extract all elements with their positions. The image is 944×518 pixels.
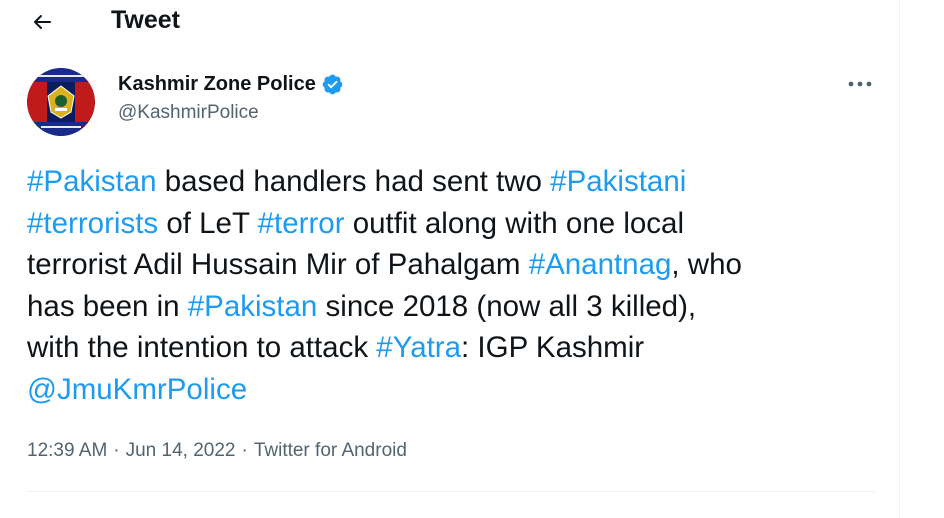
mention-link[interactable]: @JmuKmrPolice: [27, 373, 247, 406]
hashtag-link[interactable]: #Pakistan: [27, 165, 157, 198]
tweet-line: #Pakistan based handlers had sent two #P…: [27, 161, 887, 203]
tweet-date[interactable]: Jun 14, 2022: [126, 440, 236, 462]
tweet-line: #terrorists of LeT #terror outfit along …: [27, 203, 887, 245]
police-logo-icon: [27, 68, 95, 136]
tweet-line: with the intention to attack #Yatra: IGP…: [27, 327, 887, 369]
tweet-text-segment: has been in: [27, 289, 188, 323]
tweet-line: has been in #Pakistan since 2018 (now al…: [27, 286, 887, 328]
divider: [27, 491, 875, 492]
tweet-text-segment: based handlers had sent two: [156, 165, 551, 198]
tweet-text-segment: of LeT: [158, 206, 258, 240]
author-handle[interactable]: @KashmirPolice: [118, 102, 344, 124]
tweet-line: terrorist Adil Hussain Mir of Pahalgam #…: [27, 244, 887, 286]
tweet-time[interactable]: 12:39 AM: [27, 440, 107, 462]
more-options-button[interactable]: [840, 70, 880, 98]
hashtag-link[interactable]: #Anantnag: [529, 248, 672, 281]
tweet-text-segment: since 2018 (now all 3 killed),: [317, 289, 697, 323]
hashtag-link[interactable]: #Pakistan: [188, 290, 318, 323]
hashtag-link[interactable]: #terror: [258, 207, 345, 240]
hashtag-link[interactable]: #terrorists: [27, 207, 158, 240]
author-name[interactable]: Kashmir Zone Police: [118, 73, 316, 96]
tweet-detail-column: Tweet Kashmir Zone Police @KashmirPolice…: [0, 0, 900, 518]
tweet-source[interactable]: Twitter for Android: [254, 440, 407, 462]
verified-badge-icon: [321, 73, 344, 96]
tweet-meta: 12:39 AM · Jun 14, 2022 · Twitter for An…: [27, 440, 407, 462]
tweet-text-segment: , who: [671, 248, 742, 281]
tweet-line: @JmuKmrPolice: [27, 369, 887, 411]
tweet-text-segment: outfit along with one local: [344, 206, 684, 240]
arrow-left-icon: [34, 15, 51, 29]
tweet-text-segment: with the intention to attack: [27, 331, 377, 364]
more-horizontal-icon: [848, 81, 872, 87]
tweet-text-segment: : IGP Kashmir: [461, 331, 645, 364]
author-block: Kashmir Zone Police @KashmirPolice: [118, 72, 344, 124]
meta-separator: ·: [241, 440, 248, 461]
back-button[interactable]: [22, 4, 62, 40]
meta-separator: ·: [113, 440, 120, 461]
header-bar: Tweet: [0, 0, 900, 44]
hashtag-link[interactable]: #Yatra: [376, 331, 461, 364]
hashtag-link[interactable]: #Pakistani: [550, 165, 686, 198]
avatar[interactable]: [27, 68, 95, 136]
tweet-text: #Pakistan based handlers had sent two #P…: [27, 161, 887, 410]
tweet-text-segment: terrorist Adil Hussain Mir of Pahalgam: [27, 248, 529, 281]
page-title: Tweet: [111, 6, 180, 34]
